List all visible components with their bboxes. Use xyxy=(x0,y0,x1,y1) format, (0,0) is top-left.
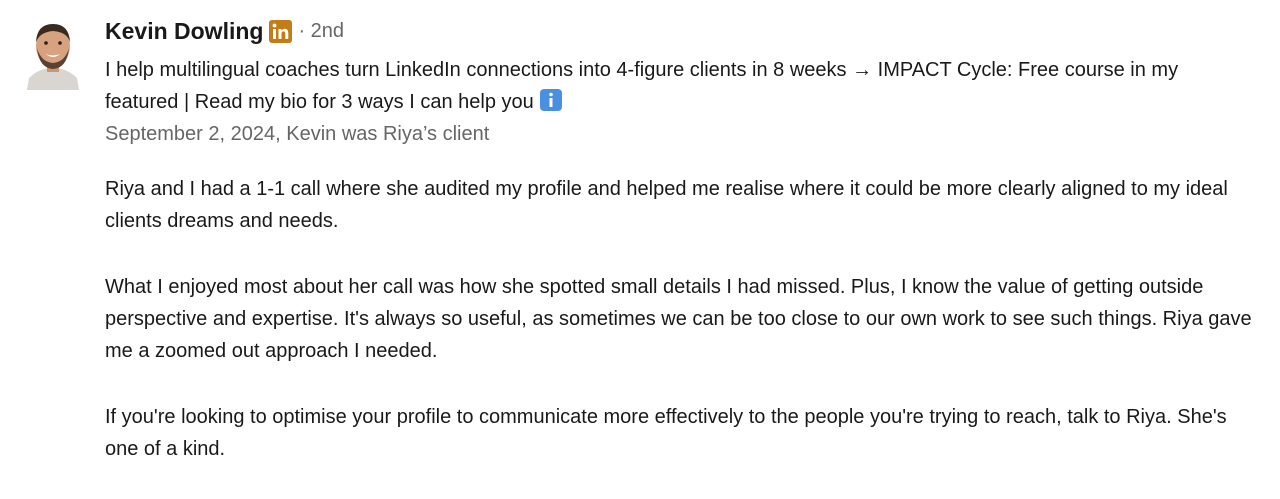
recommendation-meta: September 2, 2024, Kevin was Riya’s clie… xyxy=(105,123,490,145)
author-name[interactable]: Kevin Dowling xyxy=(105,18,263,45)
headline-text: I help multilingual coaches turn LinkedI… xyxy=(105,59,1179,113)
connection-degree: · 2nd xyxy=(298,19,345,42)
avatar-photo xyxy=(25,18,81,90)
name-row: Kevin Dowling · 2nd xyxy=(105,14,1265,48)
recommendation-paragraph: What I enjoyed most about her call was h… xyxy=(105,276,1252,362)
author-headline: I help multilingual coaches turn LinkedI… xyxy=(105,54,1235,118)
avatar[interactable] xyxy=(25,18,81,90)
recommendation-paragraph: If you're looking to optimise your profi… xyxy=(105,406,1227,460)
information-emoji-icon xyxy=(539,89,562,111)
recommendation-card: Kevin Dowling · 2nd I help multilingual … xyxy=(0,0,1280,478)
recommendation-paragraph: Riya and I had a 1-1 call where she audi… xyxy=(105,178,1228,232)
linkedin-premium-icon xyxy=(269,19,293,43)
recommendation-text: Riya and I had a 1-1 call where she audi… xyxy=(105,173,1260,499)
recommendation-header: Kevin Dowling · 2nd I help multilingual … xyxy=(105,14,1265,150)
